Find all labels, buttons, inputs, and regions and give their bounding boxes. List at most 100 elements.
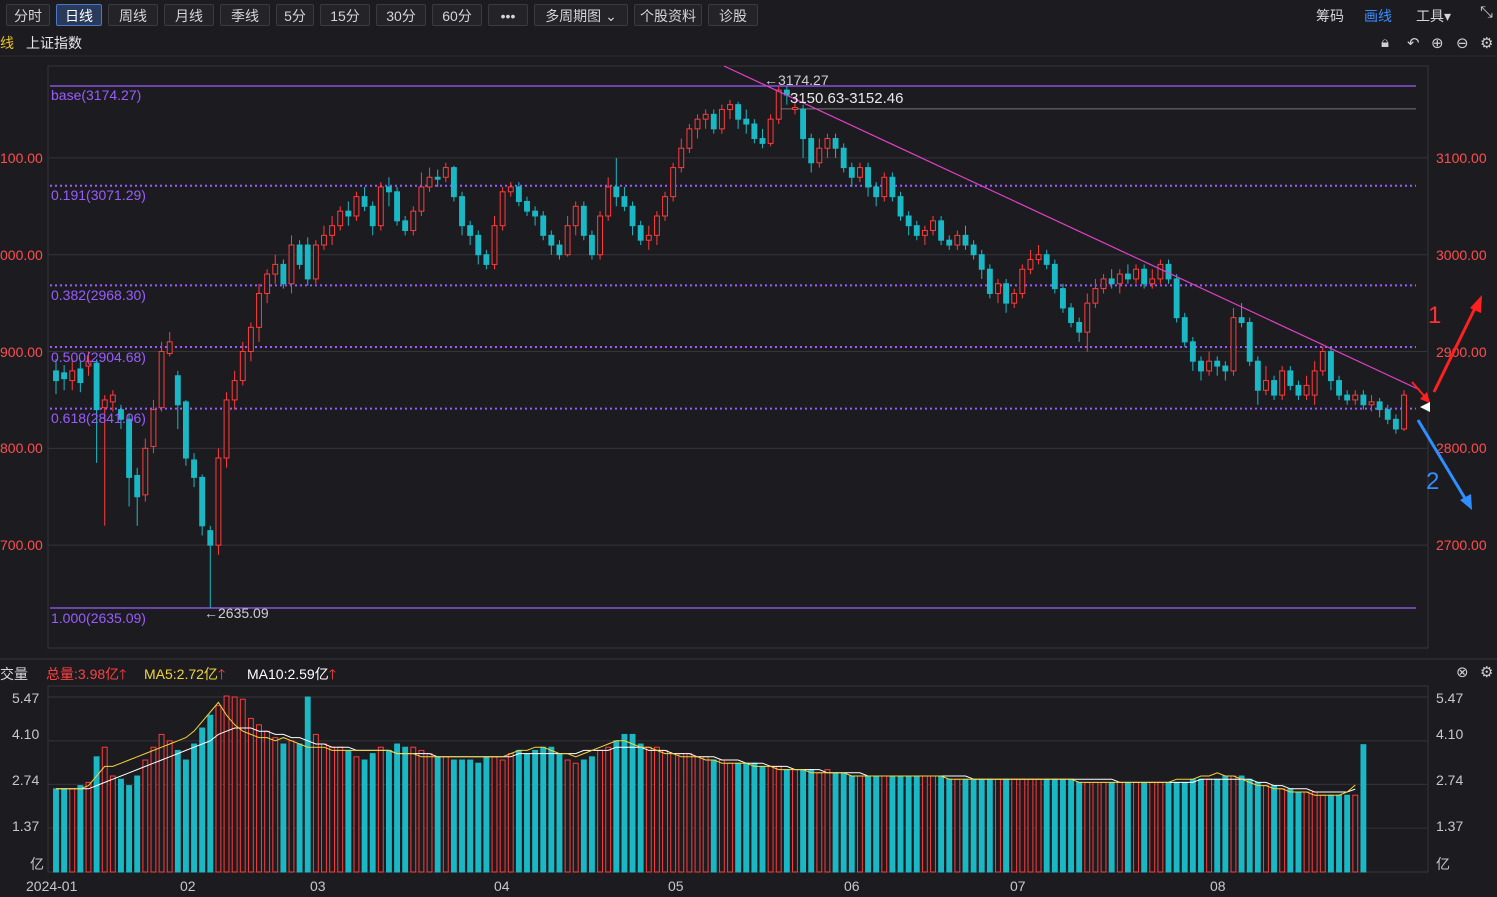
candle-body [1108,278,1115,285]
candle-body [1279,370,1286,396]
candle-body [856,167,863,178]
candle-body [905,215,912,227]
volume-bar [247,717,254,873]
volume-bar [580,759,587,873]
candle-body [1157,263,1164,280]
volume-bar [816,772,823,873]
volume-bar [995,778,1001,873]
candle-body [1051,263,1058,290]
volume-bar [889,775,896,873]
volume-bar [532,749,539,873]
volume-bar [848,775,855,873]
candle-body [1360,394,1367,406]
candle-body [832,138,839,149]
candle-body [475,234,482,256]
candle-body [1368,401,1375,406]
candle-body [1068,307,1074,323]
volume-bar [637,743,644,873]
candle-body [978,254,985,270]
volume-bar [85,781,92,873]
volume-bar [670,753,677,873]
volume-bar [930,775,936,873]
candle-body [272,263,279,275]
candle-body [873,186,880,198]
volume-bar [775,765,782,873]
candle-body [727,104,733,110]
volume-bar [913,775,920,873]
candle-body [434,176,441,180]
candle-body [459,196,465,227]
volume-bar [946,778,953,873]
arrow-up-head [1470,295,1482,313]
candle-body [369,205,376,227]
volume-bar [662,749,668,873]
arrow-1-label: 1 [1428,302,1442,329]
candle-body [158,351,165,409]
volume-tick-left: 1.37 [12,818,40,834]
candle-body [532,210,539,217]
candle-body [1060,288,1066,309]
volume-bar [361,759,368,873]
candle-body [1214,360,1221,367]
trend-line [723,65,1421,391]
price-panel-border [47,65,1429,649]
volume-bar [767,765,774,873]
volume-bar [434,756,441,873]
candle-body [751,123,758,140]
candle-body [1376,401,1383,411]
candle-body [800,108,807,140]
candle-body [361,196,368,207]
candle-body [589,234,595,256]
volume-bar [524,753,530,873]
volume-bar [1254,781,1261,873]
candle-body [264,273,271,294]
candle-body [280,263,287,285]
volume-bar [475,762,482,873]
candle-body [580,205,587,236]
candle-body [637,225,644,241]
candle-body [1076,321,1083,333]
kline-chart[interactable] [0,0,1497,897]
volume-bar [337,746,344,873]
volume-bar [897,775,904,873]
volume-bar [1336,794,1342,873]
volume-bar [1189,778,1196,873]
candle-body [808,138,815,164]
candle-body [312,244,319,280]
candle-body [962,234,969,246]
candle-body [735,104,742,120]
volume-bar [653,746,660,873]
candle-body [913,225,920,236]
volume-bar [280,743,287,873]
volume-bar [1124,781,1131,873]
volume-bar [1173,781,1180,873]
candle-body [613,186,620,198]
candle-body [467,225,474,236]
volume-tick-right: 4.10 [1436,726,1464,742]
volume-bar [1222,775,1229,873]
volume-bar [1027,778,1034,873]
volume-bar [459,759,465,873]
volume-title: 交量 [0,666,28,682]
settings-icon[interactable]: ⚙ [1480,663,1493,681]
candle-body [69,370,76,382]
volume-tick-left: 2.74 [12,772,40,788]
volume-bar [491,756,498,873]
volume-bar [1068,778,1074,873]
candle-body [702,113,709,120]
candle-body [930,220,936,232]
volume-bar [158,733,165,873]
volume-bar [832,772,839,873]
volume-bar [394,743,400,873]
close-icon[interactable]: ⊗ [1456,663,1469,681]
candle-body [1011,292,1018,304]
candle-body [1327,351,1334,382]
volume-bar [199,727,206,873]
volume-bar [1043,778,1050,873]
candle-body [491,225,498,265]
candle-body [954,234,961,246]
candle-body [1124,273,1131,280]
candle-body [450,167,457,198]
candle-body [215,457,222,546]
volume-bar [223,695,230,873]
